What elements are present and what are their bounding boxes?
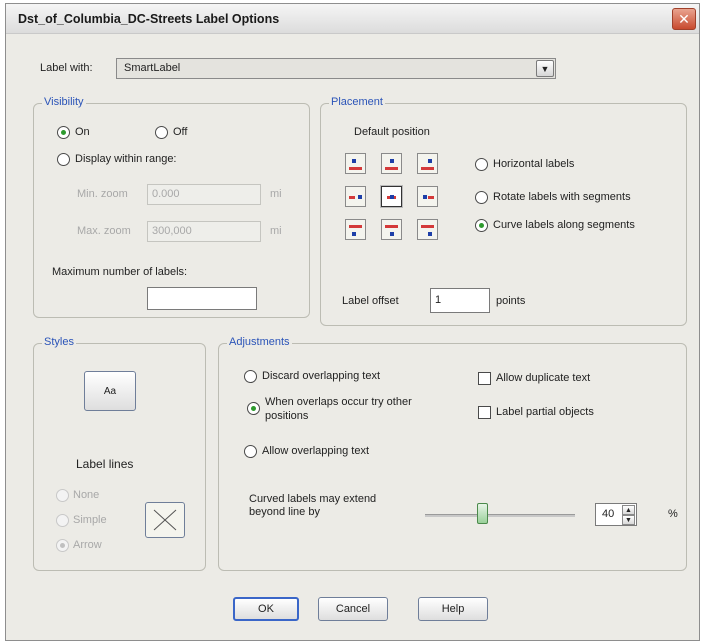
ok-label: OK [258, 603, 274, 615]
position-bottom-right-button[interactable] [417, 219, 438, 240]
position-bottom-left-button[interactable] [345, 219, 366, 240]
curved-extend-spinner[interactable]: 40 ▲ ▼ [595, 503, 637, 526]
horizontal-labels-label: Horizontal labels [493, 158, 575, 170]
leader-simple-radio[interactable] [56, 514, 69, 527]
curve-labels-radio[interactable] [475, 219, 488, 232]
percent-sign: % [668, 508, 678, 520]
curve-labels-label: Curve labels along segments [493, 219, 635, 231]
max-zoom-unit: mi [270, 225, 282, 237]
leader-line-icon [153, 509, 177, 531]
allow-overlapping-radio[interactable] [244, 445, 257, 458]
position-center-button[interactable] [381, 186, 402, 207]
close-button[interactable]: ✕ [672, 8, 696, 30]
try-other-positions-radio[interactable] [247, 402, 260, 415]
max-labels-label: Maximum number of labels: [52, 266, 188, 278]
leader-arrow-radio[interactable] [56, 539, 69, 552]
title-bar[interactable]: Dst_of_Columbia_DC-Streets Label Options… [6, 4, 699, 34]
max-zoom-input[interactable]: 300,000 [147, 221, 261, 242]
visibility-title: Visibility [42, 96, 86, 108]
position-bottom-center-button[interactable] [381, 219, 402, 240]
position-middle-left-button[interactable] [345, 186, 366, 207]
leader-simple-label: Simple [73, 514, 107, 526]
curved-extend-label: Curved labels may extend [249, 493, 377, 505]
label-with-value: SmartLabel [124, 62, 181, 74]
curved-extend-slider-thumb[interactable] [477, 503, 488, 524]
text-style-button[interactable]: Aa [84, 371, 136, 411]
position-top-left-button[interactable] [345, 153, 366, 174]
points-label: points [496, 295, 526, 307]
min-zoom-unit: mi [270, 188, 282, 200]
curved-extend-slider-track[interactable] [425, 514, 575, 517]
spinner-up-icon[interactable]: ▲ [622, 505, 635, 515]
label-with-combo[interactable]: SmartLabel ▼ [116, 58, 556, 79]
discard-overlapping-label: Discard overlapping text [262, 370, 381, 382]
chevron-down-icon[interactable]: ▼ [536, 60, 554, 77]
default-position-label: Default position [354, 126, 430, 138]
try-other-positions-label: When overlaps occur try other [265, 396, 412, 408]
spinner-down-icon[interactable]: ▼ [622, 515, 635, 525]
label-lines-label: Label lines [76, 457, 134, 471]
leader-arrow-label: Arrow [73, 539, 102, 551]
allow-duplicate-checkbox[interactable] [478, 372, 491, 385]
max-labels-input[interactable] [147, 287, 257, 310]
curved-extend-value: 40 [602, 508, 615, 520]
placement-title: Placement [329, 96, 385, 108]
position-top-center-button[interactable] [381, 153, 402, 174]
cancel-label: Cancel [335, 603, 371, 615]
leader-none-label: None [73, 489, 100, 501]
max-zoom-label: Max. zoom [77, 225, 131, 237]
close-icon: ✕ [678, 10, 690, 27]
min-zoom-input[interactable]: 0.000 [147, 184, 261, 205]
allow-overlapping-label: Allow overlapping text [262, 445, 370, 457]
min-zoom-label: Min. zoom [77, 188, 128, 200]
window-title: Dst_of_Columbia_DC-Streets Label Options [18, 12, 280, 26]
discard-overlapping-radio[interactable] [244, 370, 257, 383]
position-middle-right-button[interactable] [417, 186, 438, 207]
curved-extend-label-2: beyond line by [249, 506, 320, 518]
text-style-label: Aa [103, 385, 117, 397]
label-offset-input[interactable]: 1 [430, 288, 490, 313]
help-button[interactable]: Help [418, 597, 488, 621]
position-top-right-button[interactable] [417, 153, 438, 174]
visibility-off-radio[interactable] [155, 126, 168, 139]
leader-line-style-button[interactable] [145, 502, 185, 538]
adjustments-title: Adjustments [227, 336, 292, 348]
label-offset-label: Label offset [342, 295, 399, 307]
allow-duplicate-label: Allow duplicate text [496, 372, 591, 384]
rotate-labels-label: Rotate labels with segments [493, 191, 631, 203]
visibility-off-label: Off [173, 126, 188, 138]
label-partial-checkbox[interactable] [478, 406, 491, 419]
display-within-range-label: Display within range: [75, 153, 177, 165]
help-label: Help [441, 603, 465, 615]
visibility-on-radio[interactable] [57, 126, 70, 139]
try-other-positions-label-2: positions [265, 410, 309, 422]
cancel-button[interactable]: Cancel [318, 597, 388, 621]
horizontal-labels-radio[interactable] [475, 158, 488, 171]
display-within-range-radio[interactable] [57, 153, 70, 166]
label-partial-label: Label partial objects [496, 406, 594, 418]
label-with-label: Label with: [40, 62, 93, 74]
leader-none-radio[interactable] [56, 489, 69, 502]
styles-title: Styles [42, 336, 76, 348]
rotate-labels-radio[interactable] [475, 191, 488, 204]
ok-button[interactable]: OK [233, 597, 299, 621]
visibility-on-label: On [75, 126, 90, 138]
